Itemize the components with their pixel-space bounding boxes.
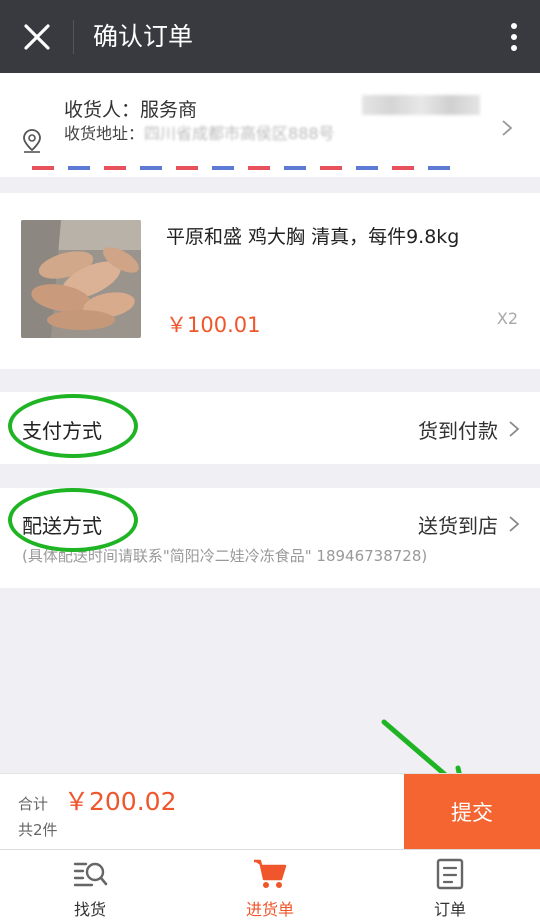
bottom-tab-bar: 找货 进货单 订单 bbox=[0, 849, 540, 922]
airmail-stripe bbox=[32, 166, 452, 172]
tab-purchase-list[interactable]: 进货单 bbox=[180, 850, 360, 922]
chevron-right-icon bbox=[502, 120, 513, 136]
tab-label: 进货单 bbox=[245, 900, 294, 919]
payment-method-value: 货到付款 bbox=[418, 419, 498, 443]
more-vertical-icon[interactable] bbox=[510, 22, 518, 52]
receiver-name: 收货人：服务商 bbox=[64, 99, 198, 121]
delivery-note: (具体配送时间请联系"简阳冷二娃冷冻食品" 18946738728) bbox=[22, 547, 428, 565]
close-icon[interactable] bbox=[22, 22, 52, 52]
submit-button[interactable]: 提交 bbox=[404, 774, 540, 850]
order-summary-bar: 合计 ￥200.02 共2件 提交 bbox=[0, 773, 540, 850]
delivery-method-label: 配送方式 bbox=[22, 514, 102, 538]
product-name: 平原和盛 鸡大胸 清真，每件9.8kg bbox=[166, 226, 460, 248]
total-amount: ￥200.02 bbox=[64, 787, 177, 816]
page-title: 确认订单 bbox=[93, 22, 194, 51]
product-price: ￥100.01 bbox=[166, 313, 261, 337]
chevron-right-icon bbox=[509, 516, 520, 532]
top-bar: 确认订单 bbox=[0, 0, 540, 73]
address-card[interactable]: 收货人：服务商 收货地址：四川省成都市高侯区888号 bbox=[0, 73, 540, 177]
header-divider bbox=[73, 20, 74, 54]
tab-orders[interactable]: 订单 bbox=[360, 850, 540, 922]
tab-label: 订单 bbox=[433, 900, 466, 919]
tab-label: 找货 bbox=[73, 900, 106, 919]
product-item[interactable]: 平原和盛 鸡大胸 清真，每件9.8kg ￥100.01 X2 bbox=[0, 193, 540, 369]
payment-method-label: 支付方式 bbox=[22, 419, 102, 443]
product-quantity: X2 bbox=[496, 309, 518, 328]
search-list-icon bbox=[73, 862, 108, 887]
order-document-icon bbox=[436, 858, 464, 890]
cart-icon bbox=[254, 859, 287, 888]
product-image bbox=[21, 220, 141, 338]
tab-find-goods[interactable]: 找货 bbox=[0, 850, 180, 922]
receiver-phone-redacted bbox=[362, 95, 480, 115]
address-label: 收货地址： bbox=[64, 124, 145, 143]
item-count: 共2件 bbox=[18, 821, 58, 839]
delivery-method-value: 送货到店 bbox=[418, 514, 498, 538]
delivery-address: 收货地址：四川省成都市高侯区888号 bbox=[64, 120, 335, 144]
address-value: 四川省成都市高侯区888号 bbox=[144, 124, 335, 143]
total-label: 合计 bbox=[18, 795, 49, 813]
chevron-right-icon bbox=[509, 421, 520, 437]
delivery-method-row[interactable]: 配送方式 送货到店 (具体配送时间请联系"简阳冷二娃冷冻食品" 18946738… bbox=[0, 488, 540, 588]
payment-method-row[interactable]: 支付方式 货到付款 bbox=[0, 392, 540, 464]
location-pin-icon bbox=[23, 129, 41, 153]
